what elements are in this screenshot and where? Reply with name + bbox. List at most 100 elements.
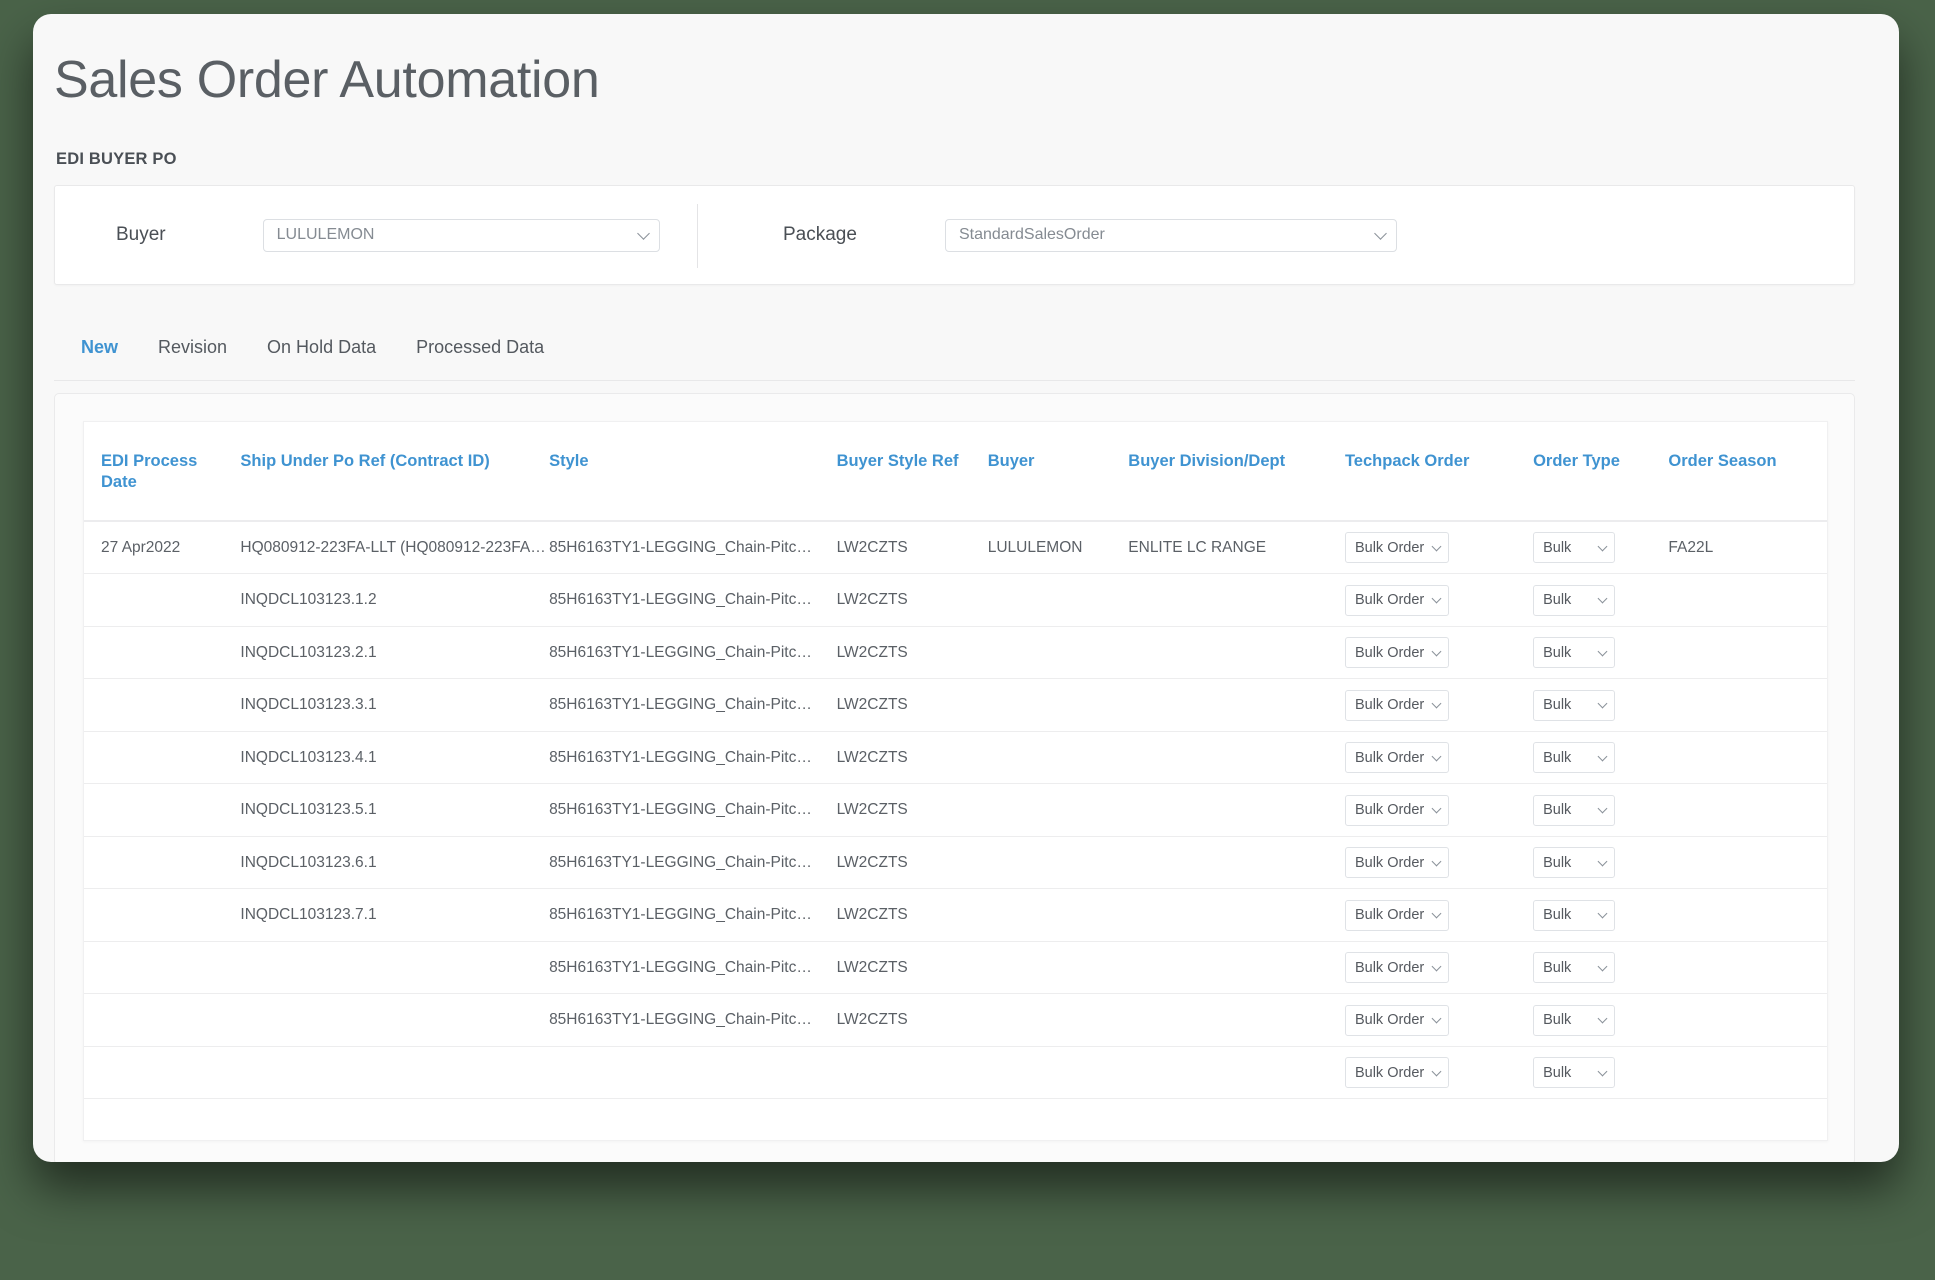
cell-order-type: Bulk [1533, 888, 1669, 942]
table-row: 27 Apr2022 HQ080912-223FA-LLT (HQ080912-2… [84, 521, 1827, 575]
order-type-select[interactable]: Bulk [1533, 637, 1616, 668]
section-label: EDI BUYER PO [56, 150, 177, 168]
cell-techpack-order: Bulk Order [1344, 941, 1534, 995]
table-row: 85H6163TY1-LEGGING_Chain-Pitc… LW2CZTS Bul… [84, 941, 1827, 995]
cell-order-type: Bulk [1533, 731, 1669, 785]
cell-order-season [1668, 836, 1827, 890]
techpack-order-value: Bulk Order [1354, 802, 1425, 818]
col-header-techpack-order[interactable]: Techpack Order [1344, 422, 1534, 523]
cell-buyer-style-ref: LW2CZTS [836, 626, 988, 680]
tab-on-hold-data[interactable]: On Hold Data [247, 333, 396, 358]
order-type-select[interactable]: Bulk [1533, 952, 1616, 983]
package-select-value: StandardSalesOrder [958, 226, 1105, 243]
cell-buyer [987, 731, 1129, 785]
order-type-select[interactable]: Bulk [1533, 847, 1616, 878]
col-header-order-season[interactable]: Order Season [1668, 422, 1827, 523]
cell-style: 85H6163TY1-LEGGING_Chain-Pitc… [549, 521, 837, 575]
chevron-down-icon [1597, 541, 1608, 552]
order-type-select[interactable]: Bulk [1533, 584, 1616, 616]
cell-order-type: Bulk [1533, 941, 1669, 995]
techpack-order-select[interactable]: Bulk Order [1344, 1057, 1449, 1088]
cell-order-season [1668, 1046, 1827, 1100]
chevron-down-icon [1431, 961, 1442, 971]
order-type-value: Bulk [1543, 1012, 1572, 1028]
cell-buyer-style-ref: LW2CZTS [836, 573, 988, 627]
cell-style: 85H6163TY1-LEGGING_Chain-Pitc… [549, 836, 837, 890]
package-label: Package [783, 224, 857, 245]
techpack-order-select[interactable]: Bulk Order [1344, 1004, 1449, 1036]
cell-style: 85H6163TY1-LEGGING_Chain-Pitc… [549, 888, 837, 942]
cell-buyer-style-ref: LW2CZTS [836, 521, 988, 575]
cell-style [549, 1046, 837, 1100]
techpack-order-select[interactable]: Bulk Order [1344, 952, 1449, 983]
table-row: INQDCL103123.6.1 85H6163TY1-LEGGING_Chain… [84, 836, 1827, 890]
techpack-order-select[interactable]: Bulk Order [1344, 584, 1449, 616]
col-header-style[interactable]: Style [549, 422, 837, 523]
chevron-down-icon [1597, 593, 1608, 604]
tab-new[interactable]: New [61, 333, 138, 358]
tab-revision[interactable]: Revision [138, 333, 247, 358]
cell-techpack-order: Bulk Order [1344, 993, 1534, 1047]
techpack-order-select[interactable]: Bulk Order [1344, 847, 1449, 878]
page-title: Sales Order Automation [54, 51, 600, 109]
cell-edi-process-date [84, 783, 241, 837]
order-type-value: Bulk [1543, 749, 1572, 766]
table-row: INQDCL103123.7.1 85H6163TY1-LEGGING_Chain… [84, 888, 1827, 942]
cell-buyer-division-dept [1128, 993, 1345, 1047]
order-type-select[interactable]: Bulk [1533, 1004, 1616, 1036]
order-type-value: Bulk [1543, 1064, 1572, 1081]
cell-edi-process-date [84, 1046, 241, 1100]
buyer-select[interactable]: LULULEMON [262, 218, 660, 252]
order-type-select[interactable]: Bulk [1533, 794, 1616, 826]
techpack-order-value: Bulk Order [1354, 959, 1425, 976]
chevron-down-icon [1374, 227, 1387, 240]
chevron-down-icon [1431, 593, 1442, 604]
cell-buyer [987, 783, 1129, 837]
order-type-select[interactable]: Bulk [1533, 1057, 1616, 1088]
package-select[interactable]: StandardSalesOrder [944, 218, 1397, 252]
techpack-order-select[interactable]: Bulk Order [1344, 689, 1449, 721]
order-type-select[interactable]: Bulk [1533, 532, 1616, 564]
order-type-select[interactable]: Bulk [1533, 899, 1616, 931]
techpack-order-select[interactable]: Bulk Order [1344, 899, 1449, 931]
order-type-select[interactable]: Bulk [1533, 742, 1616, 773]
techpack-order-select[interactable]: Bulk Order [1344, 532, 1449, 564]
techpack-order-value: Bulk Order [1354, 644, 1425, 661]
table-row: 85H6163TY1-LEGGING_Chain-Pitc… LW2CZTS Bul… [84, 993, 1827, 1047]
table-row: INQDCL103123.4.1 85H6163TY1-LEGGING_Chain… [84, 731, 1827, 785]
techpack-order-select[interactable]: Bulk Order [1344, 637, 1449, 668]
cell-order-type: Bulk [1533, 993, 1669, 1047]
col-header-order-type[interactable]: Order Type [1533, 422, 1669, 523]
order-type-value: Bulk [1543, 539, 1572, 556]
col-header-buyer[interactable]: Buyer [987, 422, 1129, 523]
techpack-order-select[interactable]: Bulk Order [1344, 794, 1449, 826]
col-header-buyer-style-ref[interactable]: Buyer Style Ref [836, 422, 988, 523]
cell-ship-under-po-ref: INQDCL103123.2.1 [240, 626, 550, 680]
cell-ship-under-po-ref [240, 1046, 550, 1100]
tab-processed-data[interactable]: Processed Data [396, 333, 564, 358]
cell-buyer-style-ref [836, 1046, 988, 1100]
cell-ship-under-po-ref: INQDCL103123.4.1 [240, 731, 550, 785]
col-header-edi-process-date[interactable]: EDI Process Date [84, 422, 241, 523]
chevron-down-icon [1431, 803, 1442, 814]
cell-techpack-order: Bulk Order [1344, 626, 1534, 680]
filter-card: Buyer LULULEMON Package StandardSalesOrd… [54, 185, 1855, 285]
col-header-buyer-division-dept[interactable]: Buyer Division/Dept [1128, 422, 1345, 523]
cell-buyer-style-ref: LW2CZTS [836, 731, 988, 785]
col-header-ship-under-po-ref[interactable]: Ship Under Po Ref (Contract ID) [240, 422, 550, 523]
cell-buyer-division-dept: ENLITE LC RANGE [1128, 521, 1345, 575]
cell-edi-process-date [84, 626, 241, 680]
filter-group-package: Package StandardSalesOrder [698, 186, 1498, 284]
cell-order-season [1668, 626, 1827, 680]
cell-techpack-order: Bulk Order [1344, 573, 1534, 627]
cell-order-season [1668, 573, 1827, 627]
cell-buyer-division-dept [1128, 888, 1345, 942]
order-type-value: Bulk [1543, 907, 1572, 923]
order-type-select[interactable]: Bulk [1533, 689, 1616, 721]
cell-ship-under-po-ref: INQDCL103123.1.2 [240, 573, 550, 627]
techpack-order-select[interactable]: Bulk Order [1344, 742, 1449, 773]
cell-ship-under-po-ref: HQ080912-223FA-LLT (HQ080912-223FA… [240, 521, 550, 575]
buyer-label: Buyer [116, 224, 166, 245]
order-type-value: Bulk [1543, 697, 1572, 713]
cell-techpack-order: Bulk Order [1344, 731, 1534, 785]
